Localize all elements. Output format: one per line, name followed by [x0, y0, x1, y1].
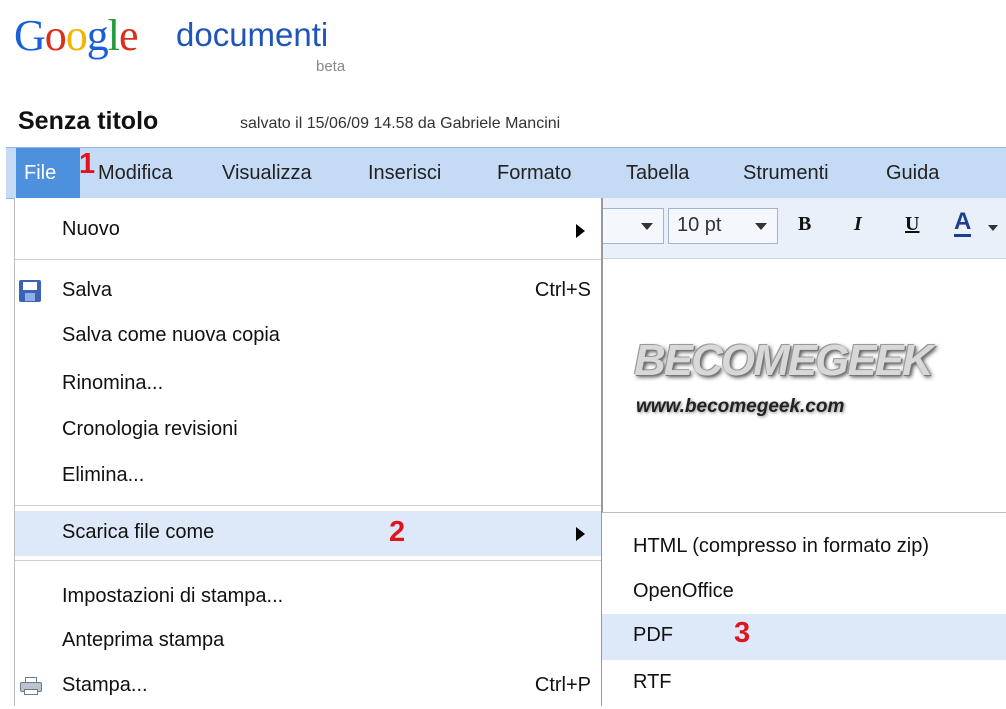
menu-item-impostazioni-stampa[interactable]: Impostazioni di stampa...: [15, 575, 601, 620]
product-name: documenti: [176, 16, 329, 53]
submenu-item-html[interactable]: HTML (compresso in formato zip): [602, 525, 1006, 571]
bold-button[interactable]: B: [798, 213, 811, 236]
menu-divider: [15, 560, 601, 561]
google-logo: Google: [14, 11, 139, 60]
save-status: salvato il 15/06/09 14.58 da Gabriele Ma…: [240, 115, 561, 132]
watermark-url: www.becomegeek.com: [636, 396, 845, 417]
menu-divider: [15, 505, 601, 506]
menu-item-nuovo[interactable]: Nuovo: [15, 208, 601, 253]
menu-modifica[interactable]: Modifica: [98, 162, 172, 185]
underline-button[interactable]: U: [905, 213, 919, 236]
printer-icon: [20, 677, 42, 695]
menu-item-stampa[interactable]: Stampa... Ctrl+P: [15, 664, 601, 709]
menu-item-cronologia[interactable]: Cronologia revisioni: [15, 408, 601, 453]
document-title[interactable]: Senza titolo: [18, 107, 158, 136]
italic-button[interactable]: I: [854, 213, 862, 236]
font-family-dropdown[interactable]: [598, 208, 664, 244]
text-color-button[interactable]: A: [954, 210, 972, 237]
formatting-toolbar: 10 pt B I U A: [598, 198, 1006, 259]
step-annotation-2: 2: [389, 516, 406, 548]
save-icon: [19, 280, 41, 302]
menu-item-elimina[interactable]: Elimina...: [15, 454, 601, 499]
shortcut-label: Ctrl+P: [534, 674, 591, 696]
chevron-down-icon: [755, 223, 767, 230]
menu-item-scarica[interactable]: Scarica file come: [15, 511, 601, 556]
submenu-item-openoffice[interactable]: OpenOffice: [602, 570, 1006, 616]
menu-item-anteprima[interactable]: Anteprima stampa: [15, 619, 601, 664]
menu-file[interactable]: File: [16, 148, 80, 198]
watermark-logo: BECOMEGEEK: [634, 336, 934, 385]
menu-guida[interactable]: Guida: [886, 162, 939, 185]
menu-strumenti[interactable]: Strumenti: [743, 162, 829, 185]
chevron-right-icon: [576, 527, 585, 541]
step-annotation-1: 1: [79, 148, 96, 180]
menubar: File Modifica Visualizza Inserisci Forma…: [6, 147, 1006, 199]
menu-formato[interactable]: Formato: [497, 162, 571, 185]
step-annotation-3: 3: [734, 617, 751, 649]
menu-item-salva-copia[interactable]: Salva come nuova copia: [15, 314, 601, 359]
menu-item-rinomina[interactable]: Rinomina...: [15, 362, 601, 407]
download-submenu: HTML (compresso in formato zip) OpenOffi…: [602, 512, 1006, 707]
shortcut-label: Ctrl+S: [534, 279, 591, 301]
beta-label: beta: [316, 58, 346, 75]
font-size-dropdown[interactable]: 10 pt: [668, 208, 778, 244]
submenu-item-rtf[interactable]: RTF: [602, 661, 1006, 707]
menu-visualizza[interactable]: Visualizza: [222, 162, 312, 185]
chevron-down-icon[interactable]: [988, 225, 998, 231]
chevron-right-icon: [576, 224, 585, 238]
submenu-item-pdf[interactable]: PDF: [602, 614, 1006, 660]
chevron-down-icon: [641, 223, 653, 230]
menu-tabella[interactable]: Tabella: [626, 162, 689, 185]
menu-inserisci[interactable]: Inserisci: [368, 162, 441, 185]
menu-item-salva[interactable]: Salva Ctrl+S: [15, 269, 601, 314]
menu-divider: [15, 259, 601, 260]
file-menu: Nuovo Salva Ctrl+S Salva come nuova copi…: [14, 198, 603, 706]
